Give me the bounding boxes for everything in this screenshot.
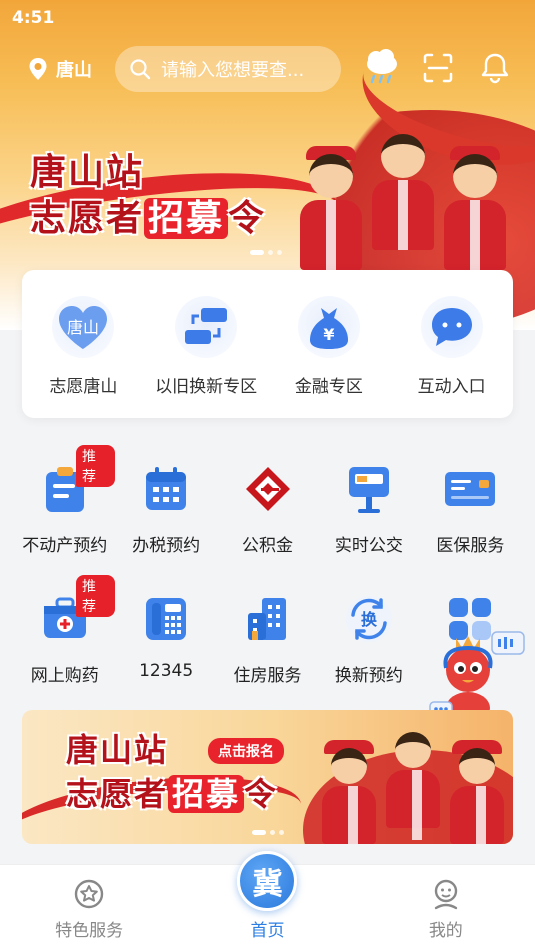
location-selector[interactable]: 唐山 bbox=[28, 56, 92, 82]
volunteer-figure bbox=[322, 740, 376, 844]
service-label: 网上购药 bbox=[30, 666, 99, 686]
housing-fund-logo-icon bbox=[240, 461, 296, 517]
service-realtime-bus[interactable]: 实时公交 bbox=[318, 445, 419, 575]
volunteer-recruit-banner[interactable]: 唐山站 志愿者 招募令 点击报名 bbox=[22, 710, 513, 844]
tab-featured-services[interactable]: 特色服务 bbox=[0, 865, 178, 951]
service-label: 公积金 bbox=[242, 536, 294, 556]
search-placeholder: 请输入您想要查... bbox=[161, 60, 305, 81]
service-label: 12345 bbox=[139, 661, 194, 681]
recommend-badge: 推荐 bbox=[76, 445, 116, 487]
signup-button[interactable]: 点击报名 bbox=[208, 738, 284, 764]
quick-entry-trade-in[interactable]: 以旧换新专区 bbox=[145, 270, 268, 418]
service-label: 换新预约 bbox=[334, 666, 403, 686]
tab-label: 特色服务 bbox=[55, 921, 124, 941]
banner-title-suffix: 令 bbox=[228, 198, 267, 239]
banner2-title-line2: 志愿者 招募令 bbox=[66, 772, 278, 816]
volunteer-figure bbox=[386, 732, 440, 840]
insurance-card-icon bbox=[442, 461, 498, 517]
carousel-indicator bbox=[250, 250, 282, 255]
money-bag-icon: ¥ bbox=[297, 296, 360, 358]
quick-entry-label: 金融专区 bbox=[294, 377, 363, 397]
tab-home[interactable]: 冀 首页 bbox=[178, 851, 356, 951]
award-badge-icon bbox=[74, 879, 104, 909]
volunteer-figure bbox=[300, 146, 362, 270]
banner2-title-highlight: 招募 bbox=[168, 775, 245, 813]
service-online-pharmacy[interactable]: 推荐 网上购药 bbox=[14, 575, 116, 705]
service-label: 住房服务 bbox=[233, 666, 302, 686]
service-housing-fund[interactable]: 公积金 bbox=[217, 445, 318, 575]
tab-mine[interactable]: 我的 bbox=[357, 865, 535, 951]
banner-title-line2: 志愿者 招募令 bbox=[30, 196, 266, 242]
banner2-title-prefix: 志愿者 bbox=[66, 775, 169, 813]
svg-text:唐山: 唐山 bbox=[67, 318, 99, 337]
service-label: 实时公交 bbox=[334, 536, 403, 556]
services-row: 推荐 不动产预约 办税预约 公积金 实时公交 医保服务 bbox=[14, 445, 521, 575]
quick-entry-interaction[interactable]: 互动入口 bbox=[390, 270, 513, 418]
carousel-indicator bbox=[252, 830, 284, 835]
location-label: 唐山 bbox=[56, 60, 92, 81]
svg-text:换: 换 bbox=[361, 610, 378, 629]
volunteer-figure bbox=[444, 146, 506, 270]
scan-icon[interactable] bbox=[422, 52, 454, 84]
bus-stop-sign-icon bbox=[341, 461, 397, 517]
service-trade-in-booking[interactable]: 换 换新预约 bbox=[318, 575, 419, 705]
exchange-circle-icon: 换 bbox=[341, 591, 397, 647]
volunteers-illustration bbox=[300, 110, 520, 270]
banner-title-prefix: 志愿者 bbox=[30, 198, 145, 239]
exchange-icon bbox=[175, 296, 238, 358]
volunteer-heart-icon: 唐山 bbox=[52, 296, 115, 358]
hero-banner-title[interactable]: 唐山站 志愿者 招募令 bbox=[30, 150, 266, 242]
weather-rain-icon[interactable] bbox=[364, 48, 400, 88]
service-label: 不动产预约 bbox=[22, 536, 108, 556]
chat-bubble-icon bbox=[420, 296, 483, 358]
notification-bell-icon[interactable] bbox=[480, 52, 510, 84]
banner2-title-suffix: 令 bbox=[244, 775, 279, 813]
bottom-tab-bar: 特色服务 冀 首页 我的 bbox=[0, 851, 535, 951]
service-medical-insurance[interactable]: 医保服务 bbox=[420, 445, 521, 575]
quick-entry-label: 以旧换新专区 bbox=[155, 377, 258, 397]
top-bar: 唐山 请输入您想要查... bbox=[0, 44, 535, 94]
banner-title-line1: 唐山站 bbox=[30, 152, 145, 193]
search-input[interactable]: 请输入您想要查... bbox=[115, 46, 341, 92]
volunteer-figure bbox=[372, 134, 434, 250]
user-profile-icon bbox=[434, 879, 458, 910]
quick-entry-volunteer[interactable]: 唐山 志愿唐山 bbox=[22, 270, 145, 418]
service-tax-booking[interactable]: 办税预约 bbox=[115, 445, 216, 575]
quick-entry-label: 志愿唐山 bbox=[49, 377, 118, 397]
calendar-icon bbox=[138, 461, 194, 517]
home-emblem-icon[interactable]: 冀 bbox=[237, 851, 298, 911]
location-pin-icon bbox=[29, 58, 47, 80]
search-icon bbox=[130, 59, 151, 80]
service-hotline-12345[interactable]: 12345 bbox=[115, 575, 216, 705]
service-label: 办税预约 bbox=[132, 536, 201, 556]
service-label: 医保服务 bbox=[436, 536, 505, 556]
status-time: 4:51 bbox=[12, 8, 55, 28]
telephone-icon bbox=[138, 591, 194, 647]
quick-entry-card: 唐山 志愿唐山 以旧换新专区 ¥ 金融专区 互动入口 bbox=[22, 270, 513, 418]
svg-text:¥: ¥ bbox=[323, 325, 334, 344]
service-real-estate-booking[interactable]: 推荐 不动产预约 bbox=[14, 445, 116, 575]
recommend-badge: 推荐 bbox=[76, 575, 116, 617]
volunteers-illustration bbox=[322, 720, 512, 844]
banner-title-highlight: 招募 bbox=[144, 198, 229, 239]
volunteer-figure bbox=[450, 740, 504, 844]
quick-entry-finance[interactable]: ¥ 金融专区 bbox=[268, 270, 391, 418]
quick-entry-label: 互动入口 bbox=[417, 377, 486, 397]
building-icon bbox=[240, 591, 296, 647]
service-housing[interactable]: 住房服务 bbox=[217, 575, 318, 705]
tab-label: 首页 bbox=[250, 921, 285, 941]
tab-label: 我的 bbox=[428, 921, 463, 941]
